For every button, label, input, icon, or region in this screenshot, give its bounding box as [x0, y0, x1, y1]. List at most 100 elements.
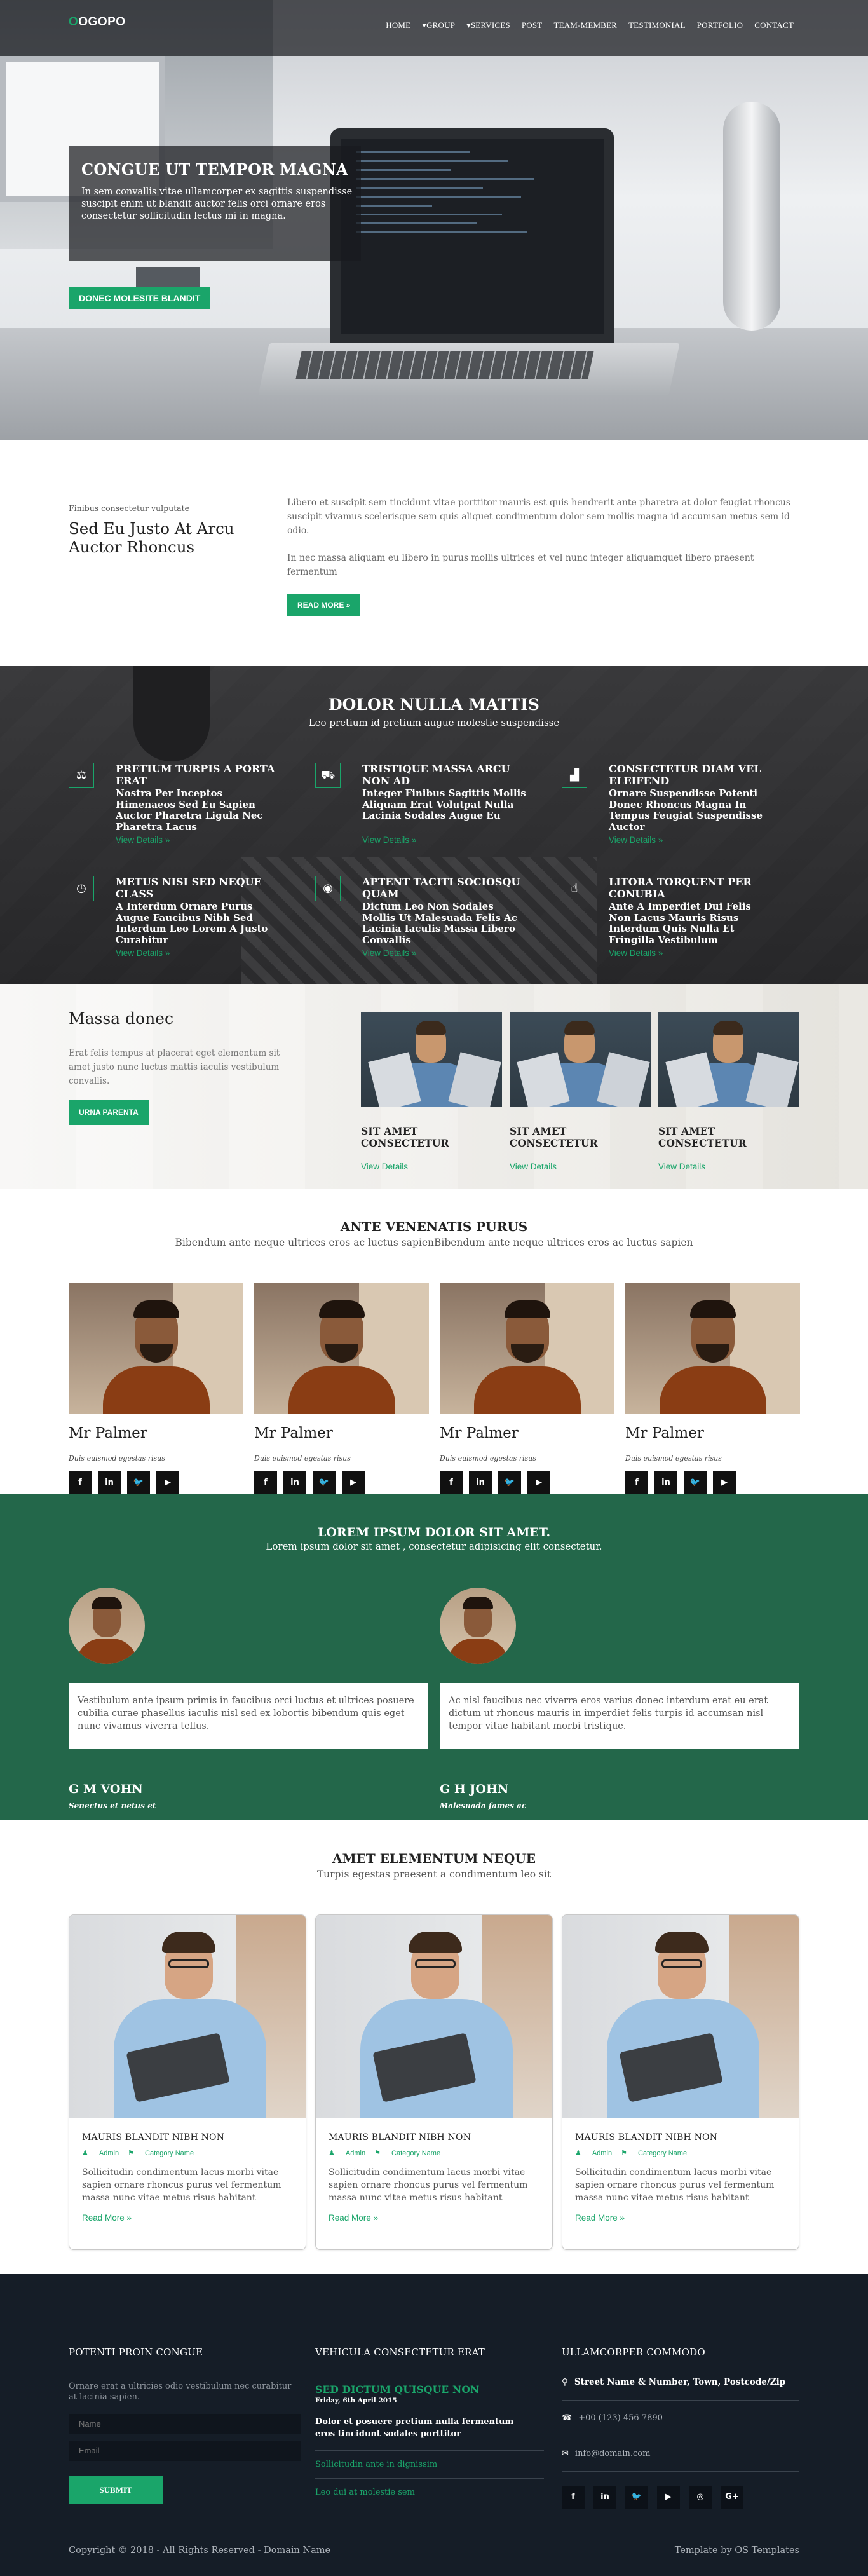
nav-post[interactable]: POST	[516, 20, 548, 31]
blog-post-image[interactable]	[69, 1915, 306, 2118]
hero-text: In sem convallis vitae ullamcorper ex sa…	[81, 187, 353, 221]
team-member-name: Mr Palmer	[69, 1425, 147, 1441]
read-more-link[interactable]: Read More »	[82, 2213, 293, 2223]
youtube-icon[interactable]: ▶	[713, 1471, 736, 1494]
portfolio-photo[interactable]	[510, 1012, 651, 1107]
testimonial-name: G M VOHN	[69, 1782, 143, 1796]
testimonials-title: LOREM IPSUM DOLOR SIT AMET.	[317, 1525, 551, 1539]
footer-news-link[interactable]: Sollicitudin ante in dignissim	[315, 2450, 544, 2469]
hero-cta-button[interactable]: DONEC MOLESITE BLANDIT	[69, 287, 211, 309]
blog-post-image[interactable]	[316, 1915, 552, 2118]
read-more-link[interactable]: Read More »	[575, 2213, 786, 2223]
view-details-link[interactable]: View Details »	[609, 835, 663, 845]
services-section: DOLOR NULLA MATTIS Leo pretium id pretiu…	[0, 666, 868, 984]
blog-post-image[interactable]	[562, 1915, 799, 2118]
view-details-link[interactable]: View Details »	[362, 948, 416, 958]
portfolio-photo[interactable]	[658, 1012, 799, 1107]
view-details-link[interactable]: View Details »	[609, 948, 663, 958]
blog-post-category[interactable]: Category Name	[391, 2150, 440, 2157]
nav-group[interactable]: ▾GROUP	[416, 20, 461, 31]
footer-email-text[interactable]: info@domain.com	[575, 2449, 651, 2458]
nav-testimonial[interactable]: TESTIMONIAL	[623, 20, 691, 31]
youtube-icon[interactable]: ▶	[657, 2486, 680, 2509]
blog-post-title[interactable]: MAURIS BLANDIT NIBH NON	[329, 2132, 539, 2143]
name-input[interactable]	[69, 2414, 301, 2434]
footer-news-link[interactable]: Leo dui at molestie sem	[315, 2478, 544, 2497]
blog-post-category[interactable]: Category Name	[145, 2150, 194, 2157]
blog-post-card: MAURIS BLANDIT NIBH NON ♟ Admin ⚑ Categor…	[315, 1914, 553, 2250]
nav-services[interactable]: ▾SERVICES	[461, 20, 516, 31]
facebook-icon[interactable]: f	[625, 1471, 648, 1494]
twitter-icon[interactable]: 🐦	[684, 1471, 707, 1494]
blog-post-title[interactable]: MAURIS BLANDIT NIBH NON	[575, 2132, 786, 2143]
twitter-icon[interactable]: 🐦	[127, 1471, 150, 1494]
urna-parenta-button[interactable]: URNA PARENTA	[69, 1100, 149, 1125]
team-member: Mr Palmer Duis euismod egestas risus f i…	[254, 1283, 429, 1494]
nav-contact[interactable]: CONTACT	[749, 20, 799, 31]
twitter-icon[interactable]: 🐦	[498, 1471, 521, 1494]
phone-icon: ☎	[562, 2413, 573, 2423]
team-member: Mr Palmer Duis euismod egestas risus f i…	[625, 1283, 800, 1494]
facebook-icon[interactable]: f	[562, 2486, 585, 2509]
email-input[interactable]	[69, 2441, 301, 2461]
service-item: ☝ LITORA TORQUENT PER CONUBIA Ante A Imp…	[562, 876, 790, 984]
code-line	[356, 231, 527, 233]
nav-portfolio[interactable]: PORTFOLIO	[691, 20, 749, 31]
nav-home[interactable]: HOME	[380, 20, 416, 31]
hero-caption: CONGUE UT TEMPOR MAGNA In sem convallis …	[69, 146, 361, 309]
linkedin-icon[interactable]: in	[654, 1471, 677, 1494]
services-background-lamp	[133, 666, 210, 761]
team-member-social: f in 🐦 ▶	[440, 1471, 614, 1494]
linkedin-icon[interactable]: in	[593, 2486, 616, 2509]
blog-post-author[interactable]: Admin	[346, 2150, 365, 2157]
view-details-link[interactable]: View Details »	[116, 948, 170, 958]
hero-laptop-screen	[330, 128, 614, 344]
google-plus-icon[interactable]: G+	[721, 2486, 743, 2509]
nav-services-label: SERVICES	[470, 20, 510, 30]
tag-icon: ⚑	[374, 2150, 383, 2157]
portfolio-card: SIT AMET CONSECTETUR View Details	[658, 1012, 799, 1171]
intro-paragraph-1: Libero et suscipit sem tincidunt vitae p…	[287, 498, 791, 536]
template-credit[interactable]: Template by OS Templates	[675, 2545, 799, 2556]
view-details-link[interactable]: View Details »	[362, 835, 416, 845]
footer-news-headline[interactable]: SED DICTUM QUISQUE NON	[315, 2383, 544, 2395]
youtube-icon[interactable]: ▶	[156, 1471, 179, 1494]
linkedin-icon[interactable]: in	[98, 1471, 121, 1494]
team-member: Mr Palmer Duis euismod egestas risus f i…	[69, 1283, 243, 1494]
blog-post-title[interactable]: MAURIS BLANDIT NIBH NON	[82, 2132, 293, 2143]
view-details-link[interactable]: View Details	[658, 1162, 799, 1171]
code-line	[356, 214, 502, 215]
submit-button[interactable]: SUBMIT	[69, 2476, 163, 2504]
footer-address-text: Street Name & Number, Town, Postcode/Zip	[574, 2377, 786, 2387]
instagram-icon[interactable]: ◎	[689, 2486, 712, 2509]
portfolio-photo[interactable]	[361, 1012, 502, 1107]
read-more-button[interactable]: READ MORE »	[287, 594, 361, 616]
hero-title: CONGUE UT TEMPOR MAGNA	[81, 160, 348, 179]
nav-team-member[interactable]: TEAM-MEMBER	[548, 20, 623, 31]
youtube-icon[interactable]: ▶	[527, 1471, 550, 1494]
blog-post-author[interactable]: Admin	[99, 2150, 119, 2157]
testimonial-quote: Ac nisl faucibus nec viverra eros varius…	[440, 1683, 799, 1749]
hero-laptop-keyboard	[295, 351, 594, 379]
facebook-icon[interactable]: f	[440, 1471, 463, 1494]
site-logo[interactable]: OOGOPO	[69, 15, 126, 29]
linkedin-icon[interactable]: in	[283, 1471, 306, 1494]
facebook-icon[interactable]: f	[69, 1471, 92, 1494]
twitter-icon[interactable]: 🐦	[625, 2486, 648, 2509]
site-footer: POTENTI PROIN CONGUE Ornare erat a ultri…	[0, 2274, 868, 2576]
view-details-link[interactable]: View Details	[510, 1162, 651, 1171]
read-more-link[interactable]: Read More »	[329, 2213, 539, 2223]
service-title: LITORA TORQUENT PER CONUBIA	[609, 876, 752, 900]
view-details-link[interactable]: View Details	[361, 1162, 502, 1171]
blog-section: AMET ELEMENTUM NEQUE Turpis egestas prae…	[0, 1820, 868, 2274]
youtube-icon[interactable]: ▶	[342, 1471, 365, 1494]
facebook-icon[interactable]: f	[254, 1471, 277, 1494]
linkedin-icon[interactable]: in	[469, 1471, 492, 1494]
team-member-role: Duis euismod egestas risus	[440, 1454, 536, 1462]
twitter-icon[interactable]: 🐦	[313, 1471, 336, 1494]
portfolio-card-title: SIT AMET CONSECTETUR	[510, 1125, 598, 1149]
blog-post-author[interactable]: Admin	[592, 2150, 612, 2157]
view-details-link[interactable]: View Details »	[116, 835, 170, 845]
service-title: PRETIUM TURPIS A PORTA ERAT	[116, 763, 275, 787]
blog-post-category[interactable]: Category Name	[638, 2150, 687, 2157]
